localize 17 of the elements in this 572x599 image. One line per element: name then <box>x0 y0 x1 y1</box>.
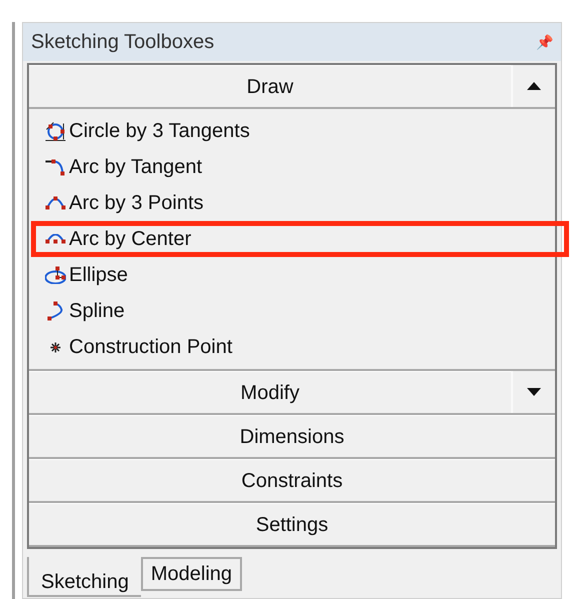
tab[interactable]: Modeling <box>140 557 242 591</box>
curve-icon <box>47 301 63 321</box>
tab[interactable]: Sketching <box>27 557 141 597</box>
tool-item[interactable]: Construction Point <box>29 329 555 365</box>
arc-icon <box>44 234 66 244</box>
arc-icon <box>45 158 65 176</box>
panel-title: Sketching Toolboxes <box>31 30 214 55</box>
ellipse-icon <box>44 266 66 284</box>
tool-item[interactable]: Arc by Tangent <box>29 149 555 185</box>
circle-icon <box>44 122 66 140</box>
asterisk-icon <box>50 342 60 352</box>
arc-icon <box>44 196 66 210</box>
tool-item[interactable]: Arc by 3 Points <box>29 185 555 221</box>
tool-item[interactable]: Arc by Center <box>29 221 555 257</box>
tool-item[interactable]: Circle by 3 Tangents <box>29 113 555 149</box>
tool-item[interactable]: Spline <box>29 293 555 329</box>
tool-item[interactable]: Ellipse <box>29 257 555 293</box>
